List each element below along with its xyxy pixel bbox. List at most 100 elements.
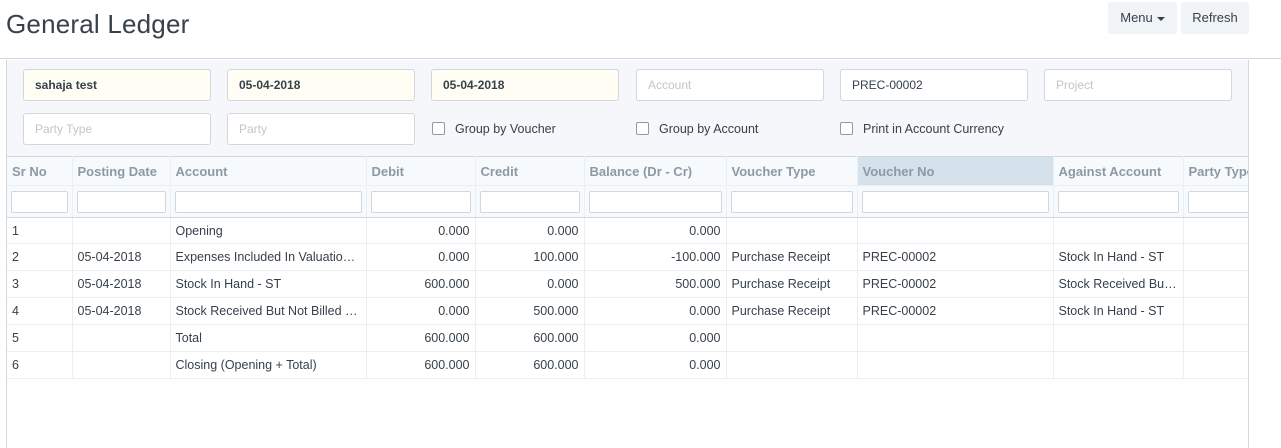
table-cell: 5 (7, 324, 73, 352)
table-cell: 4 (7, 297, 73, 325)
table-cell: 0.000 (366, 297, 476, 325)
checkbox-icon[interactable] (840, 122, 853, 135)
table-filter-row (7, 185, 1248, 218)
table-cell: 600.000 (366, 270, 476, 298)
group-by-voucher-label: Group by Voucher (455, 122, 556, 136)
table-cell: 500.000 (475, 297, 585, 325)
filter-form: Group by Voucher Group by Account Print … (6, 60, 1249, 156)
table-cell (1183, 217, 1248, 244)
table-cell: Stock Received But Not Billed - ST (170, 297, 367, 325)
table-cell: 0.000 (475, 270, 585, 298)
table-cell (1053, 217, 1184, 244)
table-cell: 0.000 (584, 297, 727, 325)
table-cell (1183, 243, 1248, 271)
table-row[interactable]: 4 05-04-2018 Stock Received But Not Billed… (7, 297, 1248, 325)
table-cell: Purchase Receipt (726, 243, 858, 271)
table-cell (1053, 351, 1184, 379)
column-filter-input[interactable] (730, 190, 853, 213)
table-cell (1053, 324, 1184, 352)
column-header[interactable]: Credit (475, 156, 585, 186)
page-header: General Ledger Menu Refresh (0, 0, 1281, 59)
table-cell (1183, 324, 1248, 352)
column-filter-input[interactable] (370, 190, 471, 213)
table-cell: 2 (7, 243, 73, 271)
table-cell: PREC-00002 (857, 270, 1054, 298)
table-cell: PREC-00002 (857, 297, 1054, 325)
column-filter-input[interactable] (11, 190, 68, 213)
table-cell: 0.000 (584, 324, 727, 352)
column-header[interactable]: Sr No (7, 156, 73, 186)
column-header[interactable]: Against Account (1053, 156, 1184, 186)
column-filter-cell (857, 185, 1054, 218)
table-cell: -100.000 (584, 243, 727, 271)
party-field[interactable] (227, 113, 415, 145)
column-header[interactable]: Posting Date (72, 156, 171, 186)
column-filter-input[interactable] (861, 190, 1049, 213)
table-cell: 0.000 (366, 243, 476, 271)
menu-button-label: Menu (1120, 10, 1153, 25)
table-row[interactable]: 1 Opening 0.000 0.000 0.000 (7, 217, 1248, 244)
table-cell: 0.000 (366, 217, 476, 244)
column-filter-input[interactable] (479, 190, 580, 213)
table-cell (857, 324, 1054, 352)
to-date-field[interactable] (431, 69, 619, 101)
table-cell: 1 (7, 217, 73, 244)
table-cell: 600.000 (475, 324, 585, 352)
column-filter-cell (366, 185, 476, 218)
column-header[interactable]: Voucher Type (726, 156, 858, 186)
table-cell: Stock In Hand - ST (170, 270, 367, 298)
table-cell: 600.000 (366, 351, 476, 379)
account-field[interactable] (636, 69, 824, 101)
column-header[interactable]: Party Type (1183, 156, 1248, 186)
table-row[interactable]: 2 05-04-2018 Expenses Included In Valuatio… (7, 243, 1248, 271)
column-filter-cell (726, 185, 858, 218)
table-cell: 0.000 (584, 351, 727, 379)
table-cell: 600.000 (366, 324, 476, 352)
table-cell (857, 351, 1054, 379)
from-date-field[interactable] (227, 69, 415, 101)
checkbox-icon[interactable] (636, 122, 649, 135)
table-cell: Opening (170, 217, 367, 244)
column-filter-cell (584, 185, 727, 218)
ledger-table: Sr No Posting Date Account Debit Credit Balan… (7, 156, 1248, 379)
column-filter-cell (1183, 185, 1248, 218)
table-cell: Purchase Receipt (726, 297, 858, 325)
table-cell (857, 217, 1054, 244)
column-header[interactable]: Balance (Dr - Cr) (584, 156, 727, 186)
table-cell: Stock In Hand - ST (1053, 297, 1184, 325)
project-field[interactable] (1044, 69, 1232, 101)
column-header[interactable]: Voucher No (857, 156, 1054, 186)
table-cell: 05-04-2018 (72, 297, 171, 325)
party-type-field[interactable] (23, 113, 211, 145)
table-header-row: Sr No Posting Date Account Debit Credit Balan… (7, 156, 1248, 186)
table-cell (72, 217, 171, 244)
column-filter-input[interactable] (1057, 190, 1179, 213)
column-filter-input[interactable] (588, 190, 722, 213)
table-cell: 6 (7, 351, 73, 379)
table-cell (726, 217, 858, 244)
column-header[interactable]: Debit (366, 156, 476, 186)
table-cell (726, 351, 858, 379)
table-cell (1183, 270, 1248, 298)
checkbox-icon[interactable] (432, 122, 445, 135)
column-filter-cell (475, 185, 585, 218)
table-row[interactable]: 3 05-04-2018 Stock In Hand - ST 600.000 0.00… (7, 270, 1248, 298)
column-filter-input[interactable] (174, 190, 362, 213)
table-row[interactable]: 5 Total 600.000 600.000 0.000 (7, 324, 1248, 352)
table-cell: Total (170, 324, 367, 352)
table-cell: Expenses Included In Valuation - ST (170, 243, 367, 271)
table-row[interactable]: 6 Closing (Opening + Total) 600.000 600.000… (7, 351, 1248, 379)
company-field[interactable] (23, 69, 211, 101)
column-filter-cell (1053, 185, 1184, 218)
column-filter-cell (7, 185, 73, 218)
table-cell: 05-04-2018 (72, 270, 171, 298)
column-header[interactable]: Account (170, 156, 367, 186)
menu-button[interactable]: Menu (1108, 2, 1177, 34)
table-cell: 0.000 (475, 217, 585, 244)
column-filter-input[interactable] (76, 190, 166, 213)
table-cell: 05-04-2018 (72, 243, 171, 271)
voucher-no-field[interactable] (840, 69, 1028, 101)
refresh-button[interactable]: Refresh (1181, 2, 1249, 34)
table-cell: 3 (7, 270, 73, 298)
column-filter-input[interactable] (1187, 190, 1248, 213)
